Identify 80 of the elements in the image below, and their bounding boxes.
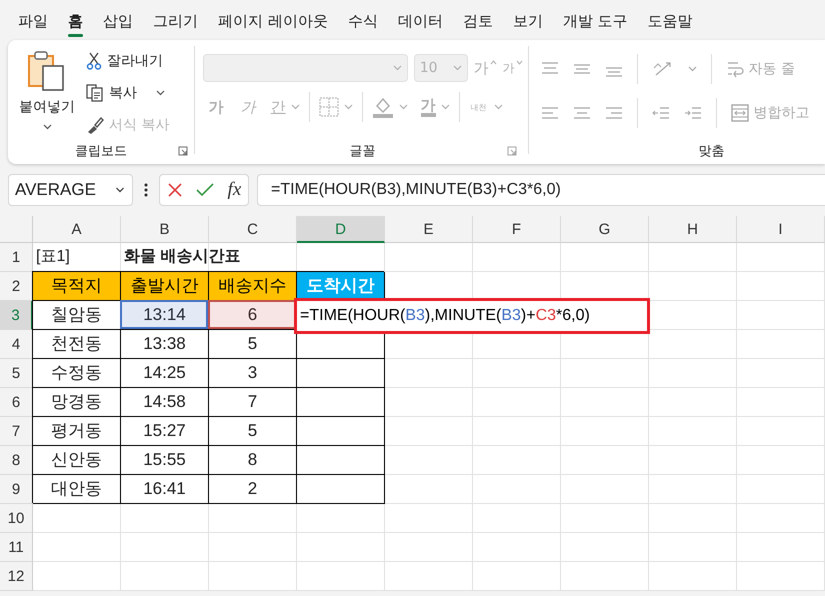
row-header[interactable]: 4 [0,330,33,359]
table-cell: 3 [209,359,297,388]
paste-button[interactable]: 붙여넣기 [8,48,86,138]
column-header[interactable]: H [649,216,737,243]
column-header[interactable]: B [121,216,209,243]
table-cell: 평거동 [33,417,121,446]
scissors-icon[interactable] [86,52,102,70]
cell-editor[interactable]: =TIME(HOUR(B3),MINUTE(B3)+C3*6,0) [294,298,650,334]
column-header[interactable]: E [385,216,473,243]
table-cell: 6 [209,301,297,330]
column-header[interactable]: D [297,216,385,243]
menu-tab[interactable]: 그리기 [143,0,208,40]
column-header[interactable]: G [561,216,649,243]
table-cell: 대안동 [33,475,121,504]
menu-tab[interactable]: 검토 [452,0,503,40]
cell-text: [표1] [36,248,70,265]
table-header-cell: 배송지수 [209,272,297,301]
table-cell: 16:41 [121,475,209,504]
menu-tab[interactable]: 삽입 [93,0,143,40]
row-header[interactable]: 3 [0,301,33,330]
table-cell: 13:14 [121,301,209,330]
table-header-cell: 출발시간 [121,272,209,301]
menu-tab[interactable]: 홈 [58,0,93,40]
table-cell: 13:38 [121,330,209,359]
more-options-icon[interactable] [144,183,148,197]
row-header[interactable]: 7 [0,417,33,446]
formula-field[interactable]: =TIME(HOUR(B3),MINUTE(B3)+C3*6,0) [257,174,825,206]
table-cell: 천전동 [33,330,121,359]
group-label: 맞춤 [698,143,725,160]
table-cell: 칠암동 [33,301,121,330]
menu-tab[interactable]: 페이지 레이아웃 [208,0,338,40]
column-header[interactable]: C [209,216,297,243]
table-cell: 14:58 [121,388,209,417]
table-header-cell: 목적지 [33,272,121,301]
column-header[interactable]: F [473,216,561,243]
row-header[interactable]: 5 [0,359,33,388]
select-all-corner[interactable] [0,216,33,243]
menu-tab[interactable]: 파일 [8,0,58,40]
group-label: 글꼴 [350,143,376,160]
row-header[interactable]: 2 [0,272,33,301]
menu-tab[interactable]: 보기 [502,0,553,40]
table-cell: 7 [209,388,297,417]
table-cell: 5 [209,417,297,446]
cancel-icon[interactable] [166,182,183,198]
table-cell: 망경동 [33,388,121,417]
insert-function-button[interactable]: fx [228,179,242,201]
column-header[interactable]: A [33,216,121,243]
table-cell: 수정동 [33,359,121,388]
name-box[interactable]: AVERAGE [8,174,133,206]
group-label: 클립보드 [74,143,127,160]
copy-button[interactable]: 복사 [86,80,170,106]
table-cell: 신안동 [33,446,121,475]
sheet-title: 화물 배송시간표 [124,248,240,265]
caret-icon[interactable] [156,90,165,96]
table-cell: 5 [209,330,297,359]
table-cell: 15:27 [121,417,209,446]
check-icon[interactable] [196,182,214,198]
row-header[interactable]: 8 [0,446,33,475]
table-cell: 15:55 [121,446,209,475]
row-header[interactable]: 11 [0,533,33,562]
clipboard-icon[interactable] [27,50,67,92]
row-header[interactable]: 6 [0,388,33,417]
row-header[interactable]: 9 [0,475,33,504]
table-header-cell: 도착시간 [297,272,385,301]
table-cell: 2 [209,475,297,504]
caret-icon[interactable] [42,124,52,130]
cut-button[interactable]: 잘라내기 [86,48,170,74]
dialog-launcher-icon[interactable] [178,146,188,156]
row-header[interactable]: 12 [0,562,33,591]
menu-tab[interactable]: 수식 [338,0,388,40]
row-header[interactable]: 1 [0,243,33,272]
menu-tab[interactable]: 도움말 [638,0,703,40]
row-header[interactable]: 10 [0,504,33,533]
copy-icon[interactable] [86,84,104,102]
table-cell: 8 [209,446,297,475]
caret-icon[interactable] [114,187,126,193]
menu-tab[interactable]: 개발 도구 [552,0,638,40]
table-cell: 14:25 [121,359,209,388]
column-header[interactable]: I [737,216,825,243]
menu-tab[interactable]: 데이터 [388,0,453,40]
